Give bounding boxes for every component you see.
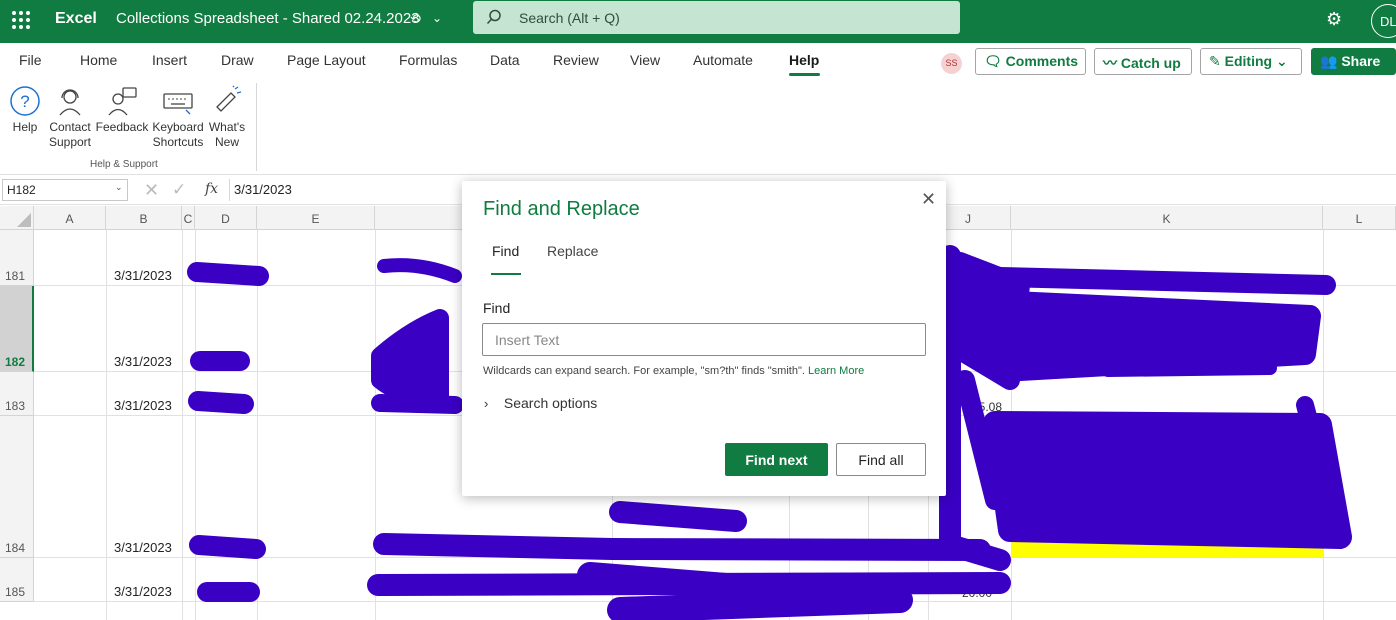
formula-input[interactable]: 3/31/2023 [234, 182, 292, 197]
keyboard-label-1: Keyboard [152, 120, 204, 134]
gear-icon[interactable]: ⚙ [1326, 9, 1342, 30]
contact-support-command[interactable]: Contact Support [42, 85, 98, 150]
dialog-title: Find and Replace [483, 198, 640, 220]
ribbon-tabs: File Home Insert Draw Page Layout Formul… [0, 43, 1396, 79]
comment-icon: 🗨 [984, 53, 1002, 69]
keyboard-icon [163, 93, 193, 115]
app-name[interactable]: Excel [55, 10, 97, 28]
catch-up-button[interactable]: 〰 Catch up [1094, 48, 1192, 75]
feedback-command[interactable]: Feedback [94, 85, 150, 135]
tab-draw[interactable]: Draw [221, 52, 254, 68]
search-icon [486, 9, 501, 25]
tab-insert[interactable]: Insert [152, 52, 187, 68]
headset-icon [59, 89, 81, 116]
tab-home[interactable]: Home [80, 52, 117, 68]
share-button[interactable]: 👥 Share [1311, 48, 1396, 75]
search-placeholder: Search (Alt + Q) [519, 10, 620, 26]
group-separator [256, 83, 257, 171]
document-title[interactable]: Collections Spreadsheet - Shared 02.24.2… [116, 10, 420, 27]
waffle-icon[interactable] [10, 9, 32, 31]
share-label: Share [1341, 53, 1381, 69]
find-next-button[interactable]: Find next [725, 443, 828, 476]
close-icon[interactable]: ✕ [921, 189, 936, 210]
feedback-icon [108, 87, 137, 116]
tab-formulas[interactable]: Formulas [399, 52, 457, 68]
keyboard-label-2: Shortcuts [152, 135, 204, 149]
active-tab-indicator [491, 273, 521, 275]
people-icon: 👥 [1320, 53, 1338, 69]
find-label: Find [483, 300, 511, 316]
find-replace-dialog: Find and Replace ✕ Find Replace Find Wil… [462, 181, 946, 496]
group-label: Help & Support [90, 159, 158, 170]
catch-up-label: Catch up [1120, 55, 1181, 71]
avatar[interactable]: DL [1371, 4, 1396, 38]
whats-new-label-1: What's [208, 120, 246, 134]
chevron-down-icon: ⌄ [1275, 53, 1288, 69]
tab-find[interactable]: Find [492, 243, 519, 259]
hint-text: Wildcards can expand search. For example… [483, 365, 805, 377]
function-icon[interactable]: fx [205, 181, 218, 197]
feedback-label: Feedback [95, 120, 149, 134]
editing-label: Editing [1224, 53, 1273, 69]
name-box[interactable]: H182 [2, 179, 128, 201]
contact-label-2: Support [48, 135, 92, 149]
presence-avatar[interactable]: SS [941, 53, 962, 74]
editing-mode-button[interactable]: ✎ Editing ⌄ [1200, 48, 1302, 75]
search-options-toggle[interactable]: › Search options [484, 395, 597, 411]
check-icon[interactable]: ✓ [172, 180, 186, 200]
chevron-right-icon: › [484, 396, 489, 411]
cancel-icon[interactable]: ✕ [144, 180, 159, 201]
tab-data[interactable]: Data [490, 52, 520, 68]
search-box[interactable]: Search (Alt + Q) [473, 1, 960, 34]
tab-view[interactable]: View [630, 52, 660, 68]
activity-icon: 〰 [1103, 55, 1117, 71]
sync-status-icon[interactable]: ⟲ [410, 11, 421, 27]
chevron-down-icon[interactable]: ⌄ [432, 11, 442, 25]
learn-more-link[interactable]: Learn More [808, 365, 864, 377]
tab-help[interactable]: Help [789, 52, 819, 68]
pencil-icon: ✎ [1209, 53, 1221, 69]
title-bar: Excel Collections Spreadsheet - Shared 0… [0, 0, 1396, 43]
active-tab-indicator [789, 73, 820, 76]
tab-file[interactable]: File [19, 52, 42, 68]
tab-replace[interactable]: Replace [547, 243, 598, 259]
comments-label: Comments [1005, 53, 1079, 69]
tab-automate[interactable]: Automate [693, 52, 753, 68]
search-options-label: Search options [503, 395, 598, 411]
tab-page-layout[interactable]: Page Layout [287, 52, 366, 68]
ribbon-body: ? Help Contact Support Feedback Keyboard… [0, 79, 1396, 175]
help-icon: ? [10, 86, 40, 116]
tab-review[interactable]: Review [553, 52, 599, 68]
whats-new-label-2: New [214, 135, 239, 149]
wildcard-hint: Wildcards can expand search. For example… [483, 365, 864, 377]
comments-button[interactable]: 🗨 Comments [975, 48, 1086, 75]
find-all-button[interactable]: Find all [836, 443, 926, 476]
megaphone-icon [216, 85, 242, 112]
keyboard-shortcuts-command[interactable]: Keyboard Shortcuts [150, 85, 206, 150]
formula-separator [229, 179, 230, 201]
whats-new-command[interactable]: What's New [199, 85, 255, 150]
find-input[interactable] [482, 323, 926, 356]
contact-label-1: Contact [49, 120, 91, 134]
svg-text:?: ? [20, 92, 29, 111]
chevron-down-icon[interactable]: ⌄ [115, 182, 123, 193]
